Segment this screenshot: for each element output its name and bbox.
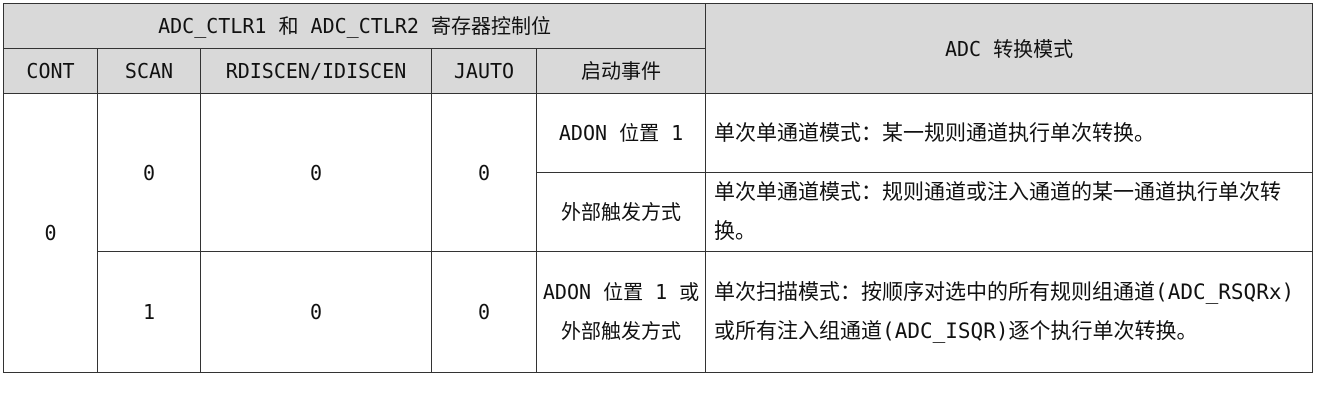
cell-discen: 0 (200, 93, 432, 252)
cell-mode-description: 单次扫描模式：按顺序对选中的所有规则组通道(ADC_RSQRx)或所有注入组通道… (705, 251, 1314, 373)
adc-mode-table: ADC_CTLR1 和 ADC_CTLR2 寄存器控制位 ADC 转换模式 CO… (2, 3, 1314, 373)
table-container: ADC_CTLR1 和 ADC_CTLR2 寄存器控制位 ADC 转换模式 CO… (2, 3, 1314, 373)
cell-discen: 0 (200, 251, 432, 373)
cell-start-event: ADON 位置 1 (535, 93, 707, 173)
cell-scan: 1 (97, 251, 201, 373)
column-header-start-event: 启动事件 (535, 48, 707, 94)
header-row-group: ADC_CTLR1 和 ADC_CTLR2 寄存器控制位 ADC 转换模式 (2, 3, 1314, 94)
cell-mode-description: 单次单通道模式：规则通道或注入通道的某一通道执行单次转换。 (705, 172, 1314, 252)
column-header-jauto: JAUTO (431, 48, 537, 94)
adc-conversion-mode-header: ADC 转换模式 (705, 3, 1314, 94)
column-header-scan: SCAN (97, 48, 201, 94)
register-control-bits-header: ADC_CTLR1 和 ADC_CTLR2 寄存器控制位 (2, 3, 707, 49)
cell-scan: 0 (97, 93, 201, 252)
cell-mode-description: 单次单通道模式：某一规则通道执行单次转换。 (705, 93, 1314, 173)
cell-cont: 0 (3, 93, 98, 373)
column-header-cont: CONT (3, 48, 98, 94)
cell-jauto: 0 (431, 251, 537, 373)
cell-start-event: ADON 位置 1 或外部触发方式 (535, 251, 707, 373)
table-row: 0 0 0 0 ADON 位置 1 单次单通道模式：某一规则通道执行单次转换。 (3, 93, 1314, 373)
column-header-discen: RDISCEN/IDISCEN (200, 48, 432, 94)
table-row: 1 0 0 ADON 位置 1 或外部触发方式 单次扫描模式：按顺序对选中的所有… (4, 251, 1314, 373)
cell-jauto: 0 (431, 93, 537, 252)
cell-start-event: 外部触发方式 (535, 172, 707, 252)
